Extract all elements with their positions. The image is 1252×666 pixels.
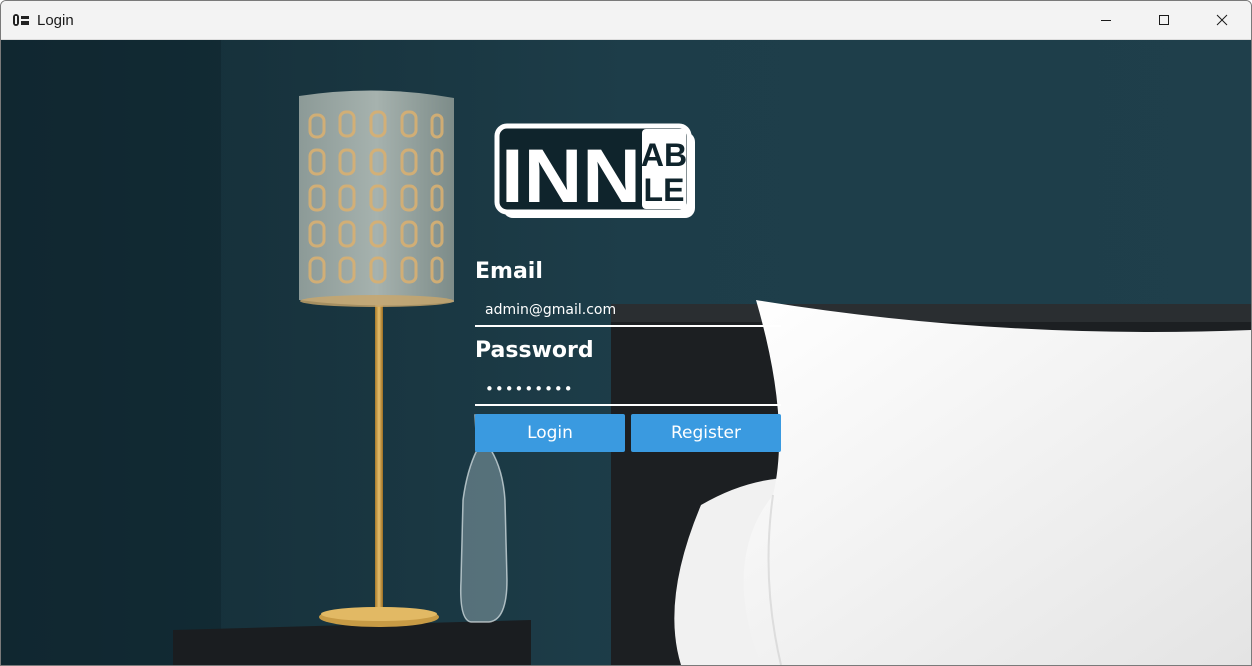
window-title: Login [37,12,74,29]
close-button[interactable] [1193,1,1251,39]
close-icon [1216,14,1228,26]
login-content: INN AB LE Email Password Login Register [1,40,1251,665]
login-button[interactable]: Login [475,414,625,452]
email-label: Email [475,259,543,284]
login-window: Login INN AB LE Email admin@gmail.com Pa… [0,0,1252,666]
email-field[interactable] [475,295,781,327]
password-field[interactable] [475,374,781,406]
hotel-app-icon [13,14,29,26]
register-button[interactable]: Register [631,414,781,452]
maximize-icon [1159,15,1169,25]
logo-text-ab: AB [641,137,687,173]
password-label: Password [475,338,594,363]
maximize-button[interactable] [1135,1,1193,39]
title-bar[interactable]: Login [1,1,1251,40]
minimize-icon [1101,20,1111,21]
minimize-button[interactable] [1077,1,1135,39]
logo-text-le: LE [644,172,685,208]
innable-logo: INN AB LE [494,123,695,219]
logo-text-inn: INN [501,134,641,219]
